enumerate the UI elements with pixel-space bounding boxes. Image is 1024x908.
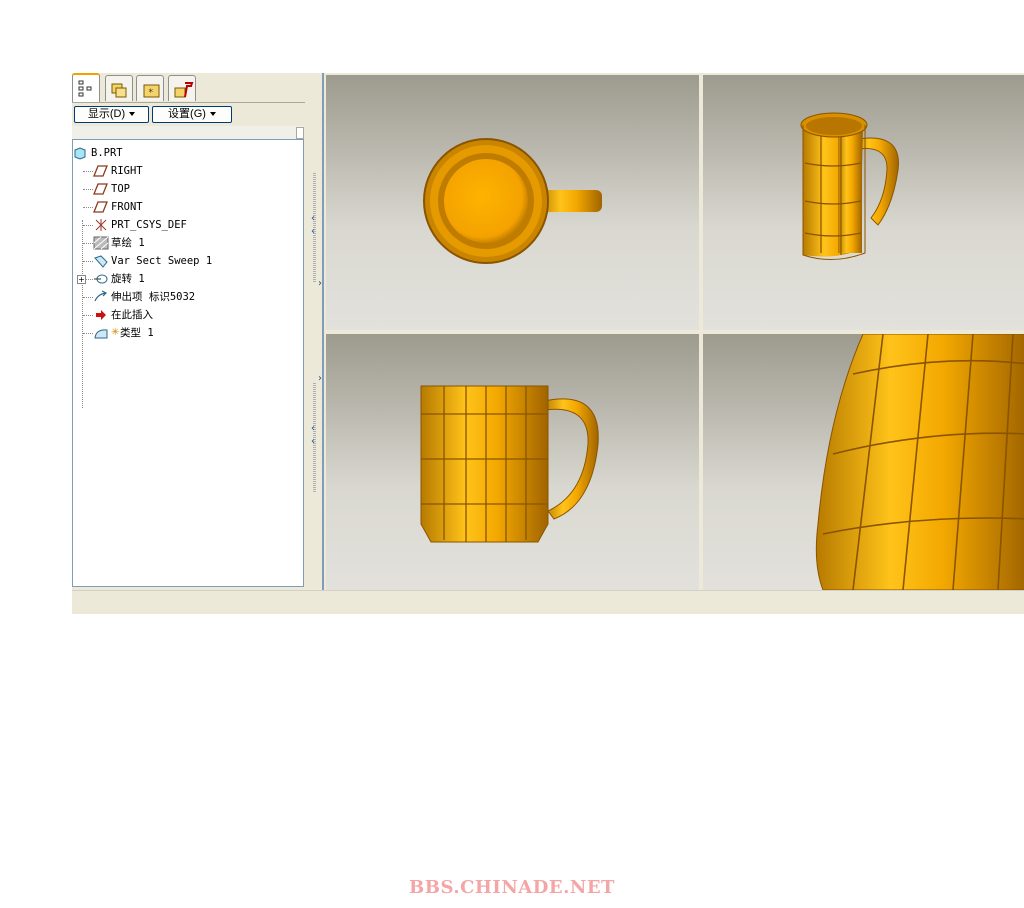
tree-connector <box>83 297 93 298</box>
expand-plus-icon[interactable]: + <box>77 275 86 284</box>
column-resize-handle[interactable] <box>296 127 304 139</box>
navigator-tabs: * <box>72 73 312 103</box>
tree-connector <box>83 207 93 208</box>
settings-menu-label: 设置(G) <box>168 108 206 120</box>
folder-icon <box>111 83 127 98</box>
insert-here-arrow-icon <box>93 308 109 322</box>
tree-item-label: RIGHT <box>111 165 143 177</box>
model-tree-icon <box>78 80 92 97</box>
collapse-left-arrow-icon[interactable]: ‹ <box>311 213 315 224</box>
chevron-down-icon <box>209 112 216 117</box>
favorites-folder-icon: * <box>143 84 160 98</box>
tree-connector <box>83 171 93 172</box>
chevron-down-icon <box>129 112 136 117</box>
site-watermark: BBS.CHINADE.NET <box>409 877 615 898</box>
mug-top-view-model[interactable] <box>326 75 699 330</box>
tree-connector <box>83 189 93 190</box>
graphics-area[interactable] <box>322 73 1024 590</box>
tree-item-label: 类型 1 <box>120 327 154 339</box>
tree-connector <box>83 225 93 226</box>
svg-text:*: * <box>149 88 154 98</box>
coordinate-system-icon <box>93 218 109 232</box>
isometric-view-pane[interactable] <box>703 75 1024 330</box>
collapse-left-arrow-icon[interactable]: ‹ <box>311 226 315 237</box>
mug-zoomed-model[interactable] <box>703 334 1024 590</box>
datum-plane-icon <box>93 164 109 178</box>
mug-front-view-model[interactable] <box>326 334 699 590</box>
show-menu-button[interactable]: 显示(D) <box>74 106 149 123</box>
viewport-horizontal-divider <box>324 330 1024 334</box>
tree-item-label: Var Sect Sweep 1 <box>111 255 213 267</box>
cad-application-window: * 显示(D) 设置(G) B.PRT RIGHT TOP FRONT PRT_… <box>72 73 1024 614</box>
mug-isometric-model[interactable] <box>703 75 1024 330</box>
part-icon <box>73 146 89 160</box>
tree-connector-line <box>82 220 83 408</box>
tree-root-label: B.PRT <box>91 147 123 159</box>
tree-connector <box>83 261 93 262</box>
collapse-left-arrow-icon[interactable]: ‹ <box>311 436 315 447</box>
navigator-toolbar: 显示(D) 设置(G) <box>72 102 305 126</box>
tree-column-header-bar <box>72 126 304 140</box>
datum-plane-icon <box>93 182 109 196</box>
zoomed-view-pane[interactable] <box>703 334 1024 590</box>
model-tree-tab[interactable] <box>72 73 100 103</box>
protrusion-icon <box>93 290 109 304</box>
datum-plane-icon <box>93 200 109 214</box>
revolve-icon <box>93 272 109 286</box>
surface-icon <box>93 326 109 340</box>
sweep-icon <box>93 254 109 268</box>
front-view-pane[interactable] <box>326 334 699 590</box>
tree-item-label: 在此插入 <box>111 309 153 321</box>
new-feature-star-icon: ✳ <box>111 327 120 338</box>
collapse-left-arrow-icon[interactable]: ‹ <box>311 423 315 434</box>
tree-item-label: 伸出项 标识5032 <box>111 291 196 303</box>
tree-item-label: TOP <box>111 183 130 195</box>
model-tree: B.PRT RIGHT TOP FRONT PRT_CSYS_DEF 草绘 1 <box>72 139 304 587</box>
sketch-icon <box>93 236 109 250</box>
hammer-tools-icon <box>174 82 194 98</box>
tools-tab[interactable] <box>168 75 196 101</box>
tree-item-label: 草绘 1 <box>111 237 145 249</box>
status-bar <box>72 590 1024 614</box>
tree-connector <box>83 243 93 244</box>
favorites-tab[interactable]: * <box>136 75 164 101</box>
tree-item-label: PRT_CSYS_DEF <box>111 219 187 231</box>
folder-browser-tab[interactable] <box>105 75 133 101</box>
settings-menu-button[interactable]: 设置(G) <box>152 106 232 123</box>
tree-connector <box>83 333 93 334</box>
pane-splitter[interactable]: ‹ ‹ › › ‹ ‹ <box>306 73 322 590</box>
tree-item-label: 旋转 1 <box>111 273 145 285</box>
tree-item-label: FRONT <box>111 201 143 213</box>
top-view-pane[interactable] <box>326 75 699 330</box>
show-menu-label: 显示(D) <box>87 108 126 120</box>
tree-connector <box>83 315 93 316</box>
